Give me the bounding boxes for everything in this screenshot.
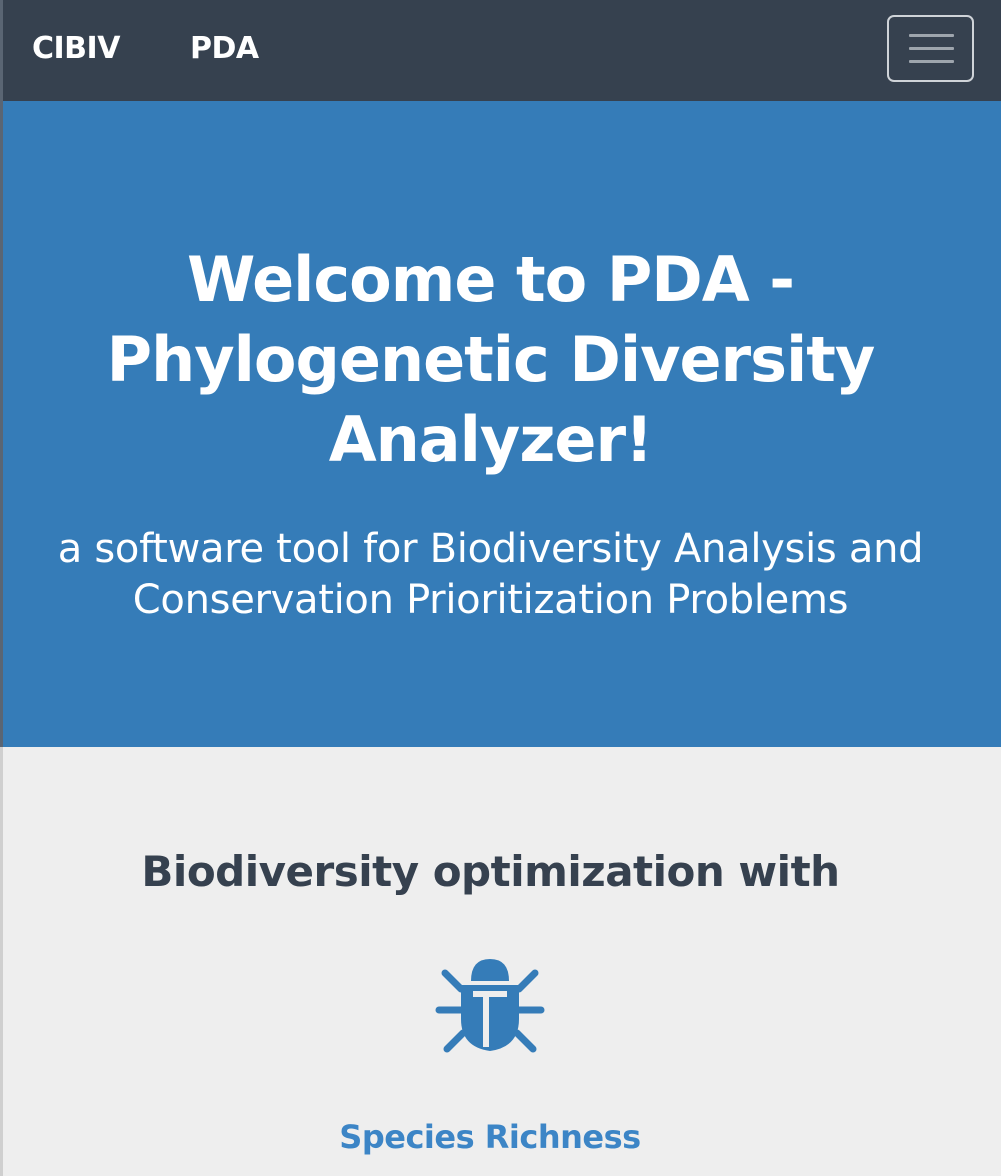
navbar-toggle-button[interactable]: [887, 15, 974, 82]
section-heading: Biodiversity optimization with: [141, 847, 840, 896]
hero-subtitle: a software tool for Biodiversity Analysi…: [57, 526, 924, 623]
bug-icon[interactable]: [433, 947, 547, 1061]
hero-banner: Welcome to PDA - Phylogenetic Diversity …: [0, 101, 1001, 747]
hamburger-menu-icon-bar: [909, 60, 954, 63]
brand-cibiv-link[interactable]: CIBIV: [32, 28, 120, 70]
features-section: Biodiversity optimization with Species R…: [0, 747, 1001, 1176]
top-navbar: CIBIV PDA: [0, 0, 1001, 101]
brand-pda-link[interactable]: PDA: [190, 28, 259, 70]
hamburger-menu-icon: [909, 34, 954, 37]
species-richness-link[interactable]: Species Richness: [240, 1115, 740, 1159]
hamburger-menu-icon-bar: [909, 47, 954, 50]
hero-title: Welcome to PDA - Phylogenetic Diversity …: [106, 243, 876, 476]
